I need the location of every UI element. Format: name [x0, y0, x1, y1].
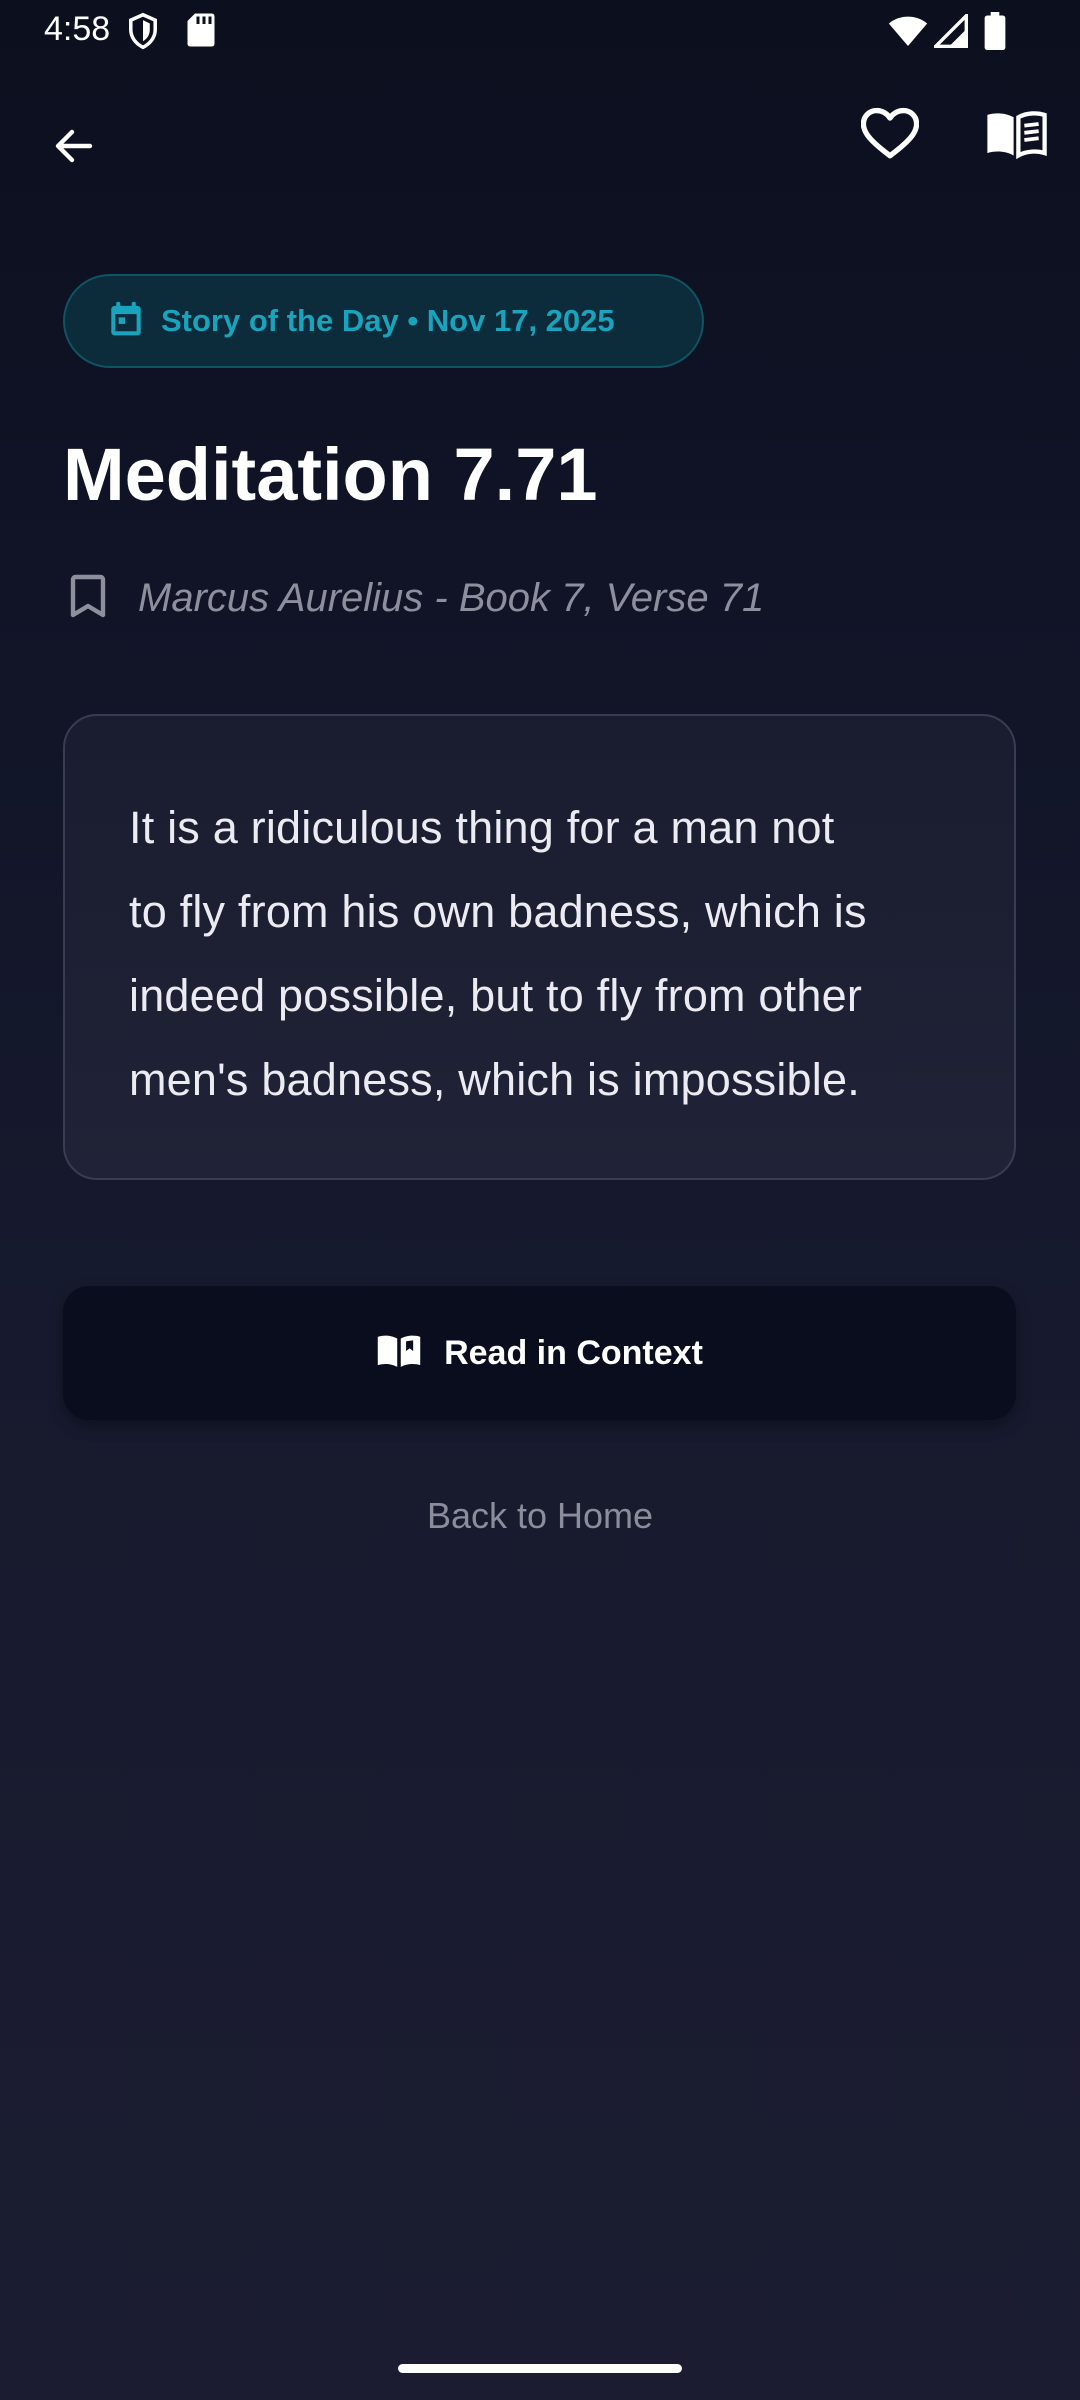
quote-card: It is a ridiculous thing for a man not t…	[63, 714, 1016, 1180]
shield-icon	[126, 12, 160, 55]
page-title: Meditation 7.71	[63, 433, 598, 516]
quote-text: It is a ridiculous thing for a man not t…	[129, 786, 950, 1122]
open-book-icon	[376, 1332, 422, 1375]
read-in-context-button[interactable]: Read in Context	[63, 1286, 1016, 1420]
status-time: 4:58	[44, 10, 111, 48]
arrow-back-icon	[50, 122, 98, 175]
heart-outline-icon	[860, 107, 920, 166]
source-row: Marcus Aurelius - Book 7, Verse 71	[68, 568, 764, 628]
wifi-icon	[888, 14, 928, 53]
back-to-home-button[interactable]: Back to Home	[340, 1486, 740, 1546]
status-bar: 4:58	[0, 0, 1080, 64]
read-book-button[interactable]	[968, 88, 1064, 184]
app-bar	[0, 100, 1080, 210]
story-date-label: Story of the Day • Nov 17, 2025	[161, 303, 615, 338]
signal-icon	[931, 11, 968, 53]
read-in-context-label: Read in Context	[444, 1333, 703, 1372]
story-of-the-day-chip: Story of the Day • Nov 17, 2025	[63, 274, 704, 368]
quote-line: men's badness, which is impossible.	[129, 1054, 860, 1105]
bookmark-outline-icon	[68, 574, 108, 623]
quote-line: indeed possible, but to fly from other	[129, 970, 863, 1021]
calendar-icon	[109, 301, 143, 342]
battery-icon	[984, 12, 1006, 55]
quote-line: It is a ridiculous thing for a man not	[129, 802, 835, 853]
source-attribution: Marcus Aurelius - Book 7, Verse 71	[138, 575, 765, 620]
quote-line: to fly from his own badness, which is	[129, 886, 867, 937]
sd-card-icon	[186, 12, 216, 53]
open-book-icon	[985, 109, 1047, 164]
favorite-button[interactable]	[842, 88, 938, 184]
home-indicator[interactable]	[398, 2364, 682, 2373]
back-button[interactable]	[26, 100, 122, 196]
